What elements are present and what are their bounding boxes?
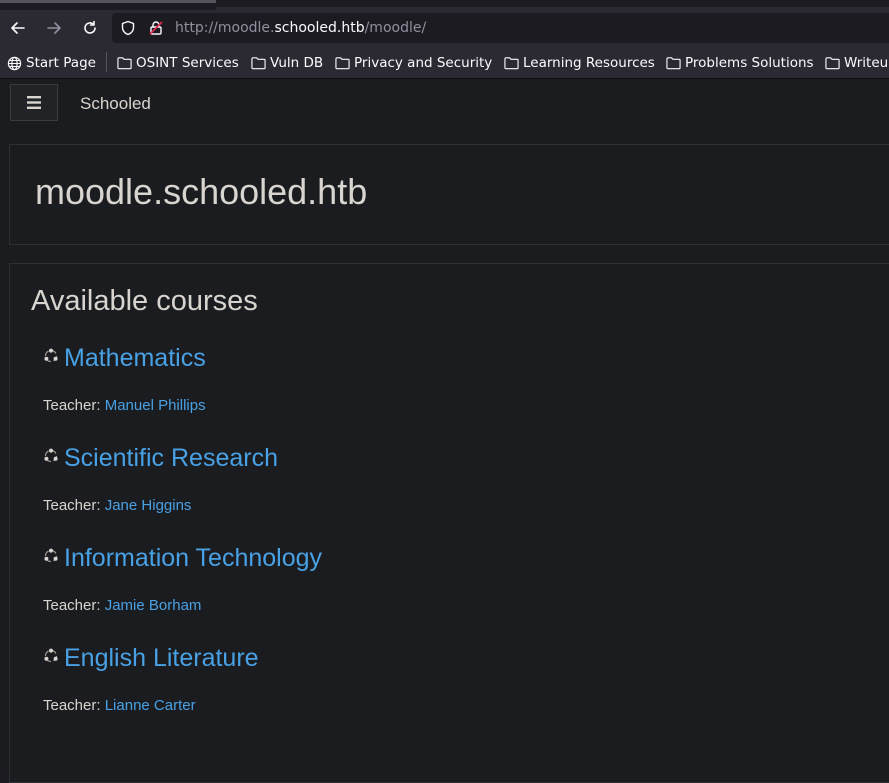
- course-link[interactable]: Scientific Research: [64, 444, 278, 473]
- course-icon: [44, 548, 58, 563]
- folder-icon: [335, 57, 350, 70]
- url-text[interactable]: http://moodle.schooled.htb/moodle/: [175, 20, 426, 36]
- course-icon: [44, 448, 58, 463]
- teacher-label: Teacher:: [43, 697, 105, 714]
- course-teacher: Teacher: Manuel Phillips: [43, 397, 206, 414]
- teacher-link[interactable]: Jamie Borham: [105, 597, 202, 614]
- shield-icon[interactable]: [120, 20, 136, 40]
- course-teacher: Teacher: Jamie Borham: [43, 597, 201, 614]
- back-arrow-icon[interactable]: [8, 18, 28, 38]
- bookmark-label: Learning Resources: [523, 55, 655, 71]
- folder-icon: [825, 57, 840, 70]
- folder-icon: [251, 57, 266, 70]
- section-title: Available courses: [31, 285, 258, 317]
- bookmark-learning-resources[interactable]: Learning Resources: [504, 54, 655, 72]
- hamburger-menu-icon: [27, 96, 41, 109]
- reload-icon[interactable]: [80, 18, 100, 38]
- bookmark-osint-services[interactable]: OSINT Services: [117, 54, 239, 72]
- bookmark-writeups[interactable]: Writeups: [825, 54, 889, 72]
- course-icon: [44, 348, 58, 363]
- bookmark-label: Problems Solutions: [685, 55, 814, 71]
- course-link[interactable]: English Literature: [64, 644, 259, 673]
- bookmarks-toolbar: Start Page OSINT Services Vuln DB Privac…: [0, 46, 889, 79]
- teacher-label: Teacher:: [43, 497, 105, 514]
- bookmark-vuln-db[interactable]: Vuln DB: [251, 54, 323, 72]
- site-name-link[interactable]: Schooled: [80, 94, 151, 114]
- forward-arrow-icon[interactable]: [44, 18, 64, 38]
- folder-icon: [504, 57, 519, 70]
- available-courses-section: Available courses Mathematics Teacher: M…: [9, 263, 889, 783]
- teacher-link[interactable]: Manuel Phillips: [105, 397, 206, 414]
- nav-drawer-toggle-button[interactable]: [10, 84, 58, 121]
- bookmark-label: Vuln DB: [270, 55, 324, 71]
- address-bar[interactable]: http://moodle.schooled.htb/moodle/: [112, 13, 889, 43]
- bookmark-label: Writeups: [844, 55, 889, 71]
- page-title: moodle.schooled.htb: [35, 171, 368, 212]
- bookmark-label: Start Page: [26, 55, 96, 71]
- insecure-lock-icon[interactable]: [148, 20, 164, 40]
- course-teacher: Teacher: Jane Higgins: [43, 497, 191, 514]
- bookmark-privacy-security[interactable]: Privacy and Security: [335, 54, 492, 72]
- teacher-label: Teacher:: [43, 397, 105, 414]
- course-link[interactable]: Mathematics: [64, 344, 206, 373]
- globe-icon: [7, 56, 22, 70]
- folder-icon: [117, 57, 132, 70]
- bookmark-problems-solutions[interactable]: Problems Solutions: [666, 54, 814, 72]
- teacher-link[interactable]: Lianne Carter: [105, 697, 196, 714]
- browser-navbar: http://moodle.schooled.htb/moodle/: [0, 10, 889, 46]
- active-tab-indicator[interactable]: [0, 0, 216, 3]
- page-content: Schooled moodle.schooled.htb Available c…: [0, 79, 889, 783]
- teacher-link[interactable]: Jane Higgins: [105, 497, 192, 514]
- course-teacher: Teacher: Lianne Carter: [43, 697, 196, 714]
- course-link[interactable]: Information Technology: [64, 544, 322, 573]
- folder-icon: [666, 57, 681, 70]
- url-host: schooled.htb: [274, 20, 365, 36]
- course-icon: [44, 648, 58, 663]
- teacher-label: Teacher:: [43, 597, 105, 614]
- tab-strip: [0, 0, 889, 10]
- url-prefix: http://moodle.: [175, 20, 275, 36]
- url-path: /moodle/: [364, 20, 427, 36]
- bookmark-start-page[interactable]: Start Page: [7, 54, 96, 72]
- bookmark-label: Privacy and Security: [354, 55, 493, 71]
- bookmark-separator: [106, 52, 107, 72]
- page-header: moodle.schooled.htb: [9, 144, 889, 245]
- bookmark-label: OSINT Services: [136, 55, 239, 71]
